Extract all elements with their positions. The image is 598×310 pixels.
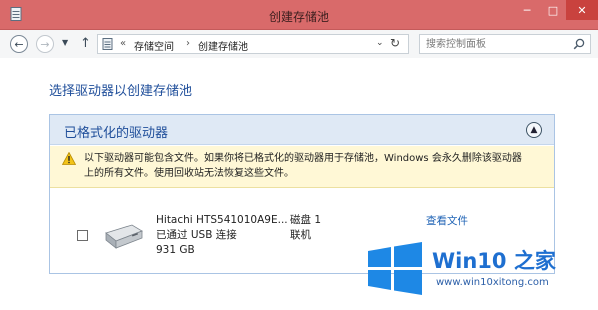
search-box[interactable]: [419, 34, 591, 54]
refresh-button[interactable]: ↻: [390, 36, 400, 50]
minimize-icon: ─: [523, 3, 531, 17]
forward-button[interactable]: →: [36, 35, 54, 53]
breadcrumb-item-create-pool[interactable]: 创建存储池: [198, 38, 248, 53]
collapse-button[interactable]: ▲: [526, 122, 542, 138]
breadcrumb-overflow[interactable]: «: [120, 38, 126, 49]
minimize-button[interactable]: ─: [514, 0, 540, 20]
warning-line-1: 以下驱动器可能包含文件。如果你将已格式化的驱动器用于存储池，Windows 会永…: [84, 153, 522, 164]
warning-text: 以下驱动器可能包含文件。如果你将已格式化的驱动器用于存储池，Windows 会永…: [84, 151, 544, 181]
drive-connection: 已通过 USB 连接: [156, 229, 237, 241]
panel-title: 已格式化的驱动器: [64, 126, 169, 141]
forward-arrow-icon: →: [40, 37, 50, 51]
search-input[interactable]: [426, 35, 566, 53]
drive-size: 931 GB: [156, 244, 195, 256]
warning-icon: [62, 152, 76, 165]
address-dropdown-button[interactable]: ⌄: [376, 38, 384, 48]
watermark-title: Win10 之家: [432, 249, 556, 273]
up-arrow-icon: ↑: [80, 36, 91, 51]
drive-checkbox[interactable]: [77, 230, 88, 241]
drive-status: 联机: [290, 229, 311, 241]
address-toolbar: ← → ▼ ↑ « 存储空间 › 创建存储池 ⌄ ↻: [0, 30, 598, 58]
windows-logo-icon: [368, 242, 422, 295]
refresh-icon: ↻: [390, 36, 401, 50]
breadcrumb-separator-icon: ›: [186, 38, 190, 49]
breadcrumb[interactable]: « 存储空间 › 创建存储池 ⌄ ↻: [97, 34, 409, 54]
watermark-url: www.win10xitong.com: [436, 277, 549, 288]
view-files-link[interactable]: 查看文件: [426, 213, 468, 228]
warning-banner: 以下驱动器可能包含文件。如果你将已格式化的驱动器用于存储池，Windows 会永…: [50, 146, 554, 188]
chevron-down-icon: ⌄: [376, 38, 384, 48]
drive-info: Hitachi HTS541010A9E... 已通过 USB 连接 931 G…: [156, 213, 288, 258]
maximize-icon: □: [547, 3, 559, 17]
drive-disk-info: 磁盘 1 联机: [290, 213, 321, 243]
storage-spaces-icon: [102, 38, 113, 50]
maximize-button[interactable]: □: [540, 0, 566, 20]
title-bar: 创建存储池 ─ □ ✕: [0, 0, 598, 30]
search-icon[interactable]: [573, 38, 585, 50]
drive-disk-label: 磁盘 1: [290, 214, 322, 226]
hard-drive-icon: [105, 224, 143, 249]
chevron-down-icon: ▼: [62, 38, 69, 47]
back-arrow-icon: ←: [14, 37, 24, 51]
up-button[interactable]: ↑: [80, 36, 91, 51]
drive-name: Hitachi HTS541010A9E...: [156, 214, 288, 226]
page-title: 选择驱动器以创建存储池: [49, 84, 193, 99]
close-icon: ✕: [577, 3, 587, 17]
recent-pages-dropdown[interactable]: ▼: [62, 38, 68, 47]
window-title: 创建存储池: [268, 10, 329, 24]
watermark: Win10 之家 www.win10xitong.com: [366, 236, 598, 310]
chevron-up-icon: ▲: [530, 125, 538, 135]
back-button[interactable]: ←: [10, 35, 28, 53]
warning-line-2: 上的所有文件。使用回收站无法恢复这些文件。: [84, 168, 294, 179]
breadcrumb-item-storage-spaces[interactable]: 存储空间: [134, 38, 174, 53]
panel-header[interactable]: 已格式化的驱动器 ▲: [50, 115, 554, 145]
close-button[interactable]: ✕: [566, 0, 598, 20]
